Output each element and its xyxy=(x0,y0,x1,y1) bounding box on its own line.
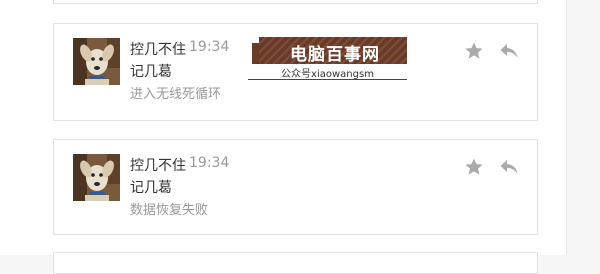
sender-name: 控几不住 xyxy=(130,158,186,174)
panel-divider xyxy=(566,0,567,255)
star-icon[interactable] xyxy=(464,157,484,177)
avatar[interactable] xyxy=(73,154,120,201)
watermark: 电脑百事网 公众号xiaowangsm xyxy=(248,37,407,80)
message-list: 控几不住 19:34 记几葛 进入无线死循环 控几不住 19:34 记几葛 数据… xyxy=(0,0,566,274)
watermark-subtitle: 公众号xiaowangsm xyxy=(281,69,374,80)
reply-icon[interactable] xyxy=(499,41,519,61)
message-time: 19:34 xyxy=(189,155,230,171)
message-subject: 记几葛 xyxy=(130,64,172,80)
message-preview: 进入无线死循环 xyxy=(130,87,222,102)
message-subject: 记几葛 xyxy=(130,180,172,196)
message-time: 19:34 xyxy=(189,39,230,55)
message-card-partial[interactable] xyxy=(53,252,538,274)
watermark-underline xyxy=(248,79,407,80)
message-card[interactable]: 控几不住 19:34 记几葛 数据恢复失败 xyxy=(53,139,538,235)
star-icon[interactable] xyxy=(464,41,484,61)
sender-name: 控几不住 xyxy=(130,42,186,58)
watermark-title: 电脑百事网 xyxy=(290,45,380,65)
message-preview: 数据恢复失败 xyxy=(130,203,209,218)
reply-icon[interactable] xyxy=(499,157,519,177)
watermark-corner-mark xyxy=(252,43,259,64)
avatar[interactable] xyxy=(73,38,120,85)
message-card-partial[interactable] xyxy=(53,0,538,4)
